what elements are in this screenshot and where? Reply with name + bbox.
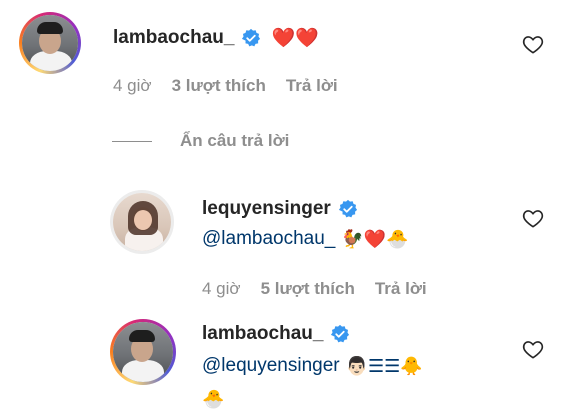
avatar[interactable] <box>110 190 174 254</box>
avatar[interactable] <box>19 12 81 74</box>
comment-emojis: 👨🏻☰☰🐥 <box>345 355 423 377</box>
like-count[interactable]: 5 lượt thích <box>261 279 355 299</box>
verified-badge-icon <box>331 324 350 343</box>
comment-emojis: 🐓❤️🐣 <box>341 228 409 250</box>
verified-badge-icon <box>242 28 261 47</box>
reply-button[interactable]: Trả lời <box>375 279 427 299</box>
like-count[interactable]: 3 lượt thích <box>172 76 266 96</box>
heart-outline-icon[interactable] <box>522 339 544 359</box>
comment-3: lambaochau_ @lequyensinger 👨🏻☰☰🐥 🐣 <box>0 315 561 410</box>
comment-2: lequyensinger @lambaochau_ 🐓❤️🐣 4 giờ 5 … <box>0 180 561 310</box>
comment-emojis-line2: 🐣 <box>202 389 225 409</box>
divider <box>112 140 152 142</box>
hide-replies-label: Ẩn câu trả lời <box>180 131 290 150</box>
mention-link[interactable]: @lambaochau_ <box>202 228 335 250</box>
mention-link[interactable]: @lequyensinger <box>202 355 340 377</box>
avatar[interactable] <box>110 319 176 385</box>
comment-time[interactable]: 4 giờ <box>113 76 152 96</box>
verified-badge-icon <box>338 199 357 218</box>
reply-button[interactable]: Trả lời <box>286 76 338 96</box>
username[interactable]: lambaochau_ <box>113 27 234 49</box>
hide-replies-button[interactable]: Ẩn câu trả lời <box>112 131 289 151</box>
comment-1: lambaochau_ ❤️❤️ 4 giờ 3 lượt thích Trả … <box>0 0 561 110</box>
comment-time[interactable]: 4 giờ <box>202 279 241 299</box>
username[interactable]: lambaochau_ <box>202 323 323 345</box>
heart-outline-icon[interactable] <box>522 34 544 54</box>
heart-outline-icon[interactable] <box>522 208 544 228</box>
comment-text: ❤️❤️ <box>271 28 319 49</box>
username[interactable]: lequyensinger <box>202 198 331 220</box>
